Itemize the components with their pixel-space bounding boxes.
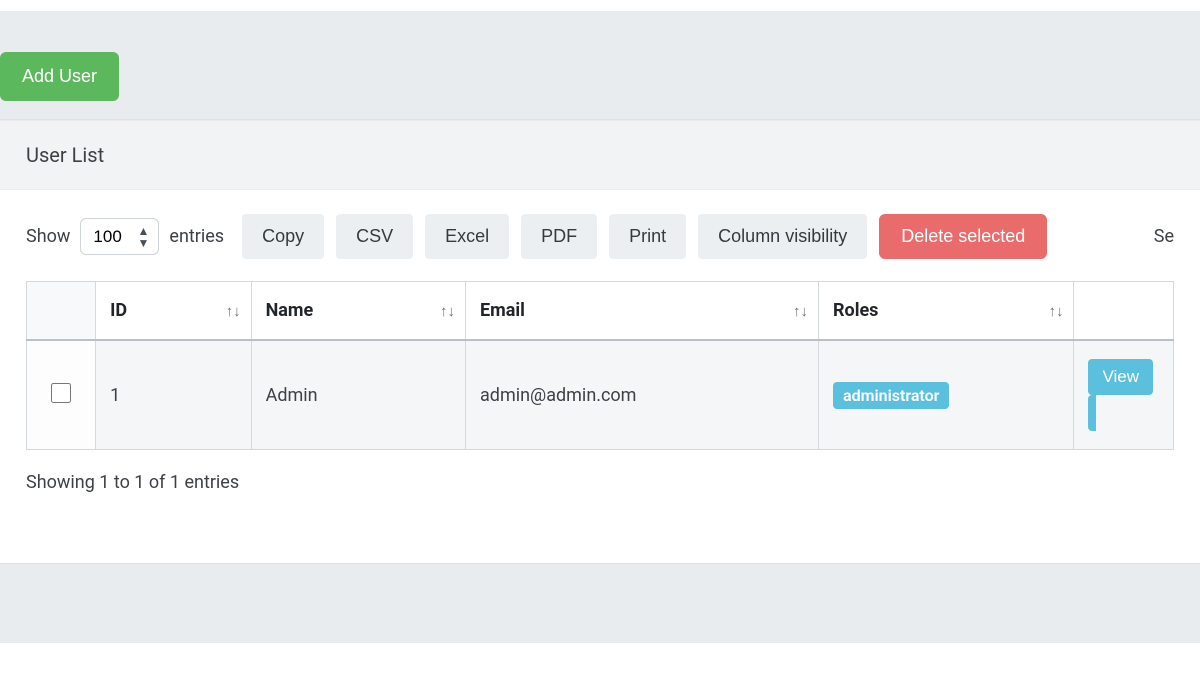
length-control: Show 100 ▲▼ entries [26,218,224,255]
sort-icon: ↑↓ [440,302,455,320]
card-header: User List [0,120,1200,190]
export-button-group: Copy CSV Excel PDF Print Column visibili… [242,214,1047,259]
header-id-label: ID [110,300,127,321]
header-email-label: Email [480,300,525,321]
users-table: ID ↑↓ Name ↑↓ Email ↑↓ Roles ↑↓ [26,281,1174,450]
sort-icon: ↑↓ [793,302,808,320]
sort-icon: ↑↓ [226,302,241,320]
row-checkbox[interactable] [51,383,71,403]
table-header-row: ID ↑↓ Name ↑↓ Email ↑↓ Roles ↑↓ [27,282,1174,341]
delete-selected-button[interactable]: Delete selected [879,214,1047,259]
header-roles[interactable]: Roles ↑↓ [819,282,1074,341]
header-id[interactable]: ID ↑↓ [96,282,251,341]
header-email[interactable]: Email ↑↓ [466,282,819,341]
table-controls: Show 100 ▲▼ entries Copy CSV Excel PDF P… [26,214,1174,259]
print-button[interactable]: Print [609,214,686,259]
length-show-label: Show [26,226,70,247]
pdf-button[interactable]: PDF [521,214,597,259]
row-checkbox-cell [27,340,96,450]
sort-icon: ↑↓ [1048,302,1063,320]
header-checkbox-col [27,282,96,341]
card-title: User List [26,143,1174,167]
length-select[interactable]: 100 [80,218,159,255]
header-roles-label: Roles [833,300,878,321]
action-button-partial[interactable] [1088,395,1096,431]
top-bar [0,0,1200,12]
column-visibility-button[interactable]: Column visibility [698,214,867,259]
copy-button[interactable]: Copy [242,214,324,259]
cell-roles: administrator [819,340,1074,450]
header-name-label: Name [266,300,314,321]
role-badge: administrator [833,382,949,409]
footer-band [0,563,1200,643]
table-row: 1 Admin admin@admin.com administrator Vi… [27,340,1174,450]
cell-name: Admin [251,340,465,450]
csv-button[interactable]: CSV [336,214,413,259]
cell-actions: View [1074,340,1174,450]
cell-id: 1 [96,340,251,450]
table-info: Showing 1 to 1 of 1 entries [26,472,1174,493]
excel-button[interactable]: Excel [425,214,509,259]
search-label-partial: Se [1154,226,1174,247]
cell-email: admin@admin.com [466,340,819,450]
length-entries-label: entries [169,226,224,247]
view-button[interactable]: View [1088,359,1153,395]
header-actions [1074,282,1174,341]
header-name[interactable]: Name ↑↓ [251,282,465,341]
add-user-button[interactable]: Add User [0,52,119,101]
page-actions-band: Add User [0,12,1200,120]
card-body: Show 100 ▲▼ entries Copy CSV Excel PDF P… [0,190,1200,533]
